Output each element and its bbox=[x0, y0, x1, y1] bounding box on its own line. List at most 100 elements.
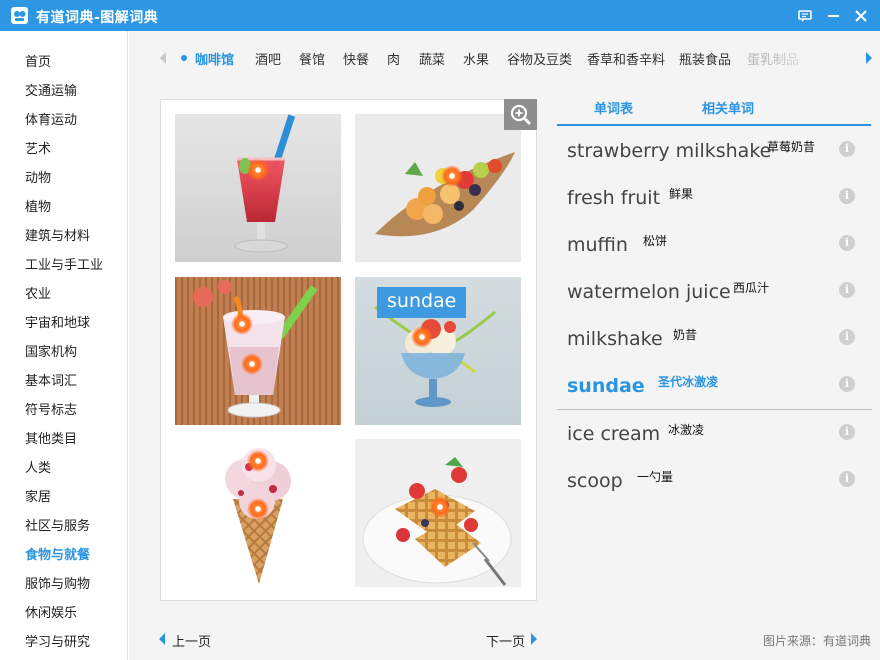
prev-page-arrow-icon[interactable] bbox=[158, 633, 166, 645]
tabs-fade-overlay bbox=[770, 45, 830, 69]
info-icon[interactable]: i bbox=[839, 376, 855, 392]
window-title: 有道词典-图解词典 bbox=[36, 10, 159, 26]
word-chinese: 松饼 bbox=[643, 234, 668, 248]
prev-page-link[interactable]: 上一页 bbox=[172, 631, 211, 650]
sidebar-item-community[interactable]: 社区与服务 bbox=[25, 515, 90, 534]
word-row[interactable]: ice cream 冰激凌 i bbox=[557, 413, 872, 459]
word-english: watermelon juice bbox=[567, 281, 731, 303]
word-row[interactable]: fresh fruit 鲜果 i bbox=[557, 177, 872, 223]
tabs-next-arrow-icon[interactable] bbox=[864, 51, 874, 65]
sidebar-item-agriculture[interactable]: 农业 bbox=[25, 283, 51, 302]
tab-restaurant[interactable]: 餐馆 bbox=[299, 49, 325, 68]
hotspot-marker[interactable] bbox=[411, 326, 433, 348]
word-chinese: 圣代冰激凌 bbox=[658, 375, 719, 389]
hotspot-marker[interactable] bbox=[241, 353, 263, 375]
title-bar: 有道词典-图解词典 bbox=[0, 0, 880, 31]
word-english: fresh fruit bbox=[567, 187, 661, 209]
image-fresh-fruit[interactable] bbox=[355, 114, 521, 262]
sidebar-item-study[interactable]: 学习与研究 bbox=[25, 631, 90, 650]
minimize-icon[interactable] bbox=[824, 6, 844, 26]
sidebar-item-human[interactable]: 人类 bbox=[25, 457, 51, 476]
word-row[interactable]: milkshake 奶昔 i bbox=[557, 318, 872, 364]
sidebar-item-food[interactable]: 食物与就餐 bbox=[25, 544, 90, 563]
word-chinese: 草莓奶昔 bbox=[767, 140, 816, 154]
sidebar-item-transport[interactable]: 交通运输 bbox=[25, 80, 77, 99]
sidebar-item-buildings[interactable]: 建筑与材料 bbox=[25, 225, 90, 244]
info-icon[interactable]: i bbox=[839, 471, 855, 487]
word-row[interactable]: watermelon juice 西瓜汁 i bbox=[557, 271, 872, 317]
next-page-link[interactable]: 下一页 bbox=[486, 631, 525, 650]
category-sidebar: 首页 交通运输 体育运动 艺术 动物 植物 建筑与材料 工业与手工业 农业 宇宙… bbox=[0, 31, 128, 660]
sidebar-item-home[interactable]: 首页 bbox=[25, 51, 51, 70]
info-icon[interactable]: i bbox=[839, 282, 855, 298]
tab-related-words[interactable]: 相关单词 bbox=[702, 98, 754, 117]
image-ice-cream[interactable] bbox=[175, 439, 341, 587]
tabs-prev-arrow-icon[interactable] bbox=[158, 51, 168, 65]
tab-herbs[interactable]: 香草和香辛料 bbox=[587, 49, 665, 68]
close-icon[interactable] bbox=[851, 6, 871, 26]
tab-fast-food[interactable]: 快餐 bbox=[343, 49, 369, 68]
tab-grains[interactable]: 谷物及豆类 bbox=[507, 49, 572, 68]
word-row[interactable]: muffin 松饼 i bbox=[557, 224, 872, 270]
info-icon[interactable]: i bbox=[839, 188, 855, 204]
tab-word-list[interactable]: 单词表 bbox=[594, 98, 633, 117]
word-english: sundae bbox=[567, 375, 645, 397]
sidebar-item-art[interactable]: 艺术 bbox=[25, 138, 51, 157]
tab-cafe[interactable]: 咖啡馆 bbox=[195, 49, 234, 68]
sidebar-item-other[interactable]: 其他类目 bbox=[25, 428, 77, 447]
image-milkshake[interactable] bbox=[175, 277, 341, 425]
tab-fruit[interactable]: 水果 bbox=[463, 49, 489, 68]
word-tabs-underline bbox=[557, 124, 871, 126]
tab-bar[interactable]: 酒吧 bbox=[255, 49, 281, 68]
tab-vegetables[interactable]: 蔬菜 bbox=[419, 49, 445, 68]
sidebar-item-symbols[interactable]: 符号标志 bbox=[25, 399, 77, 418]
word-english: scoop bbox=[567, 470, 623, 492]
image-source-note: 图片来源：有道词典 bbox=[763, 634, 872, 648]
milkshake-picture bbox=[175, 277, 341, 425]
image-sundae[interactable]: sundae bbox=[355, 277, 521, 425]
hotspot-marker[interactable] bbox=[247, 159, 269, 181]
sidebar-item-government[interactable]: 国家机构 bbox=[25, 341, 77, 360]
sidebar-item-clothing[interactable]: 服饰与购物 bbox=[25, 573, 90, 592]
active-tab-dot bbox=[181, 55, 187, 61]
strawberry-milkshake-picture bbox=[175, 114, 341, 262]
tab-meat[interactable]: 肉 bbox=[387, 49, 400, 68]
sidebar-item-universe[interactable]: 宇宙和地球 bbox=[25, 312, 90, 331]
word-chinese: 西瓜汁 bbox=[733, 281, 770, 295]
word-list-divider bbox=[557, 409, 872, 410]
zoom-in-icon[interactable] bbox=[504, 99, 537, 130]
sidebar-item-industry[interactable]: 工业与手工业 bbox=[25, 254, 103, 273]
sidebar-item-animals[interactable]: 动物 bbox=[25, 167, 51, 186]
sidebar-item-plants[interactable]: 植物 bbox=[25, 196, 51, 215]
hotspot-marker[interactable] bbox=[247, 450, 269, 472]
image-strawberry-milkshake[interactable] bbox=[175, 114, 341, 262]
feedback-icon[interactable] bbox=[795, 6, 815, 26]
next-page-arrow-icon[interactable] bbox=[530, 633, 538, 645]
word-chinese: 鲜果 bbox=[669, 187, 694, 201]
info-icon[interactable]: i bbox=[839, 329, 855, 345]
word-row-selected[interactable]: sundae 圣代冰激凌 i bbox=[557, 365, 872, 411]
sidebar-item-leisure[interactable]: 休闲娱乐 bbox=[25, 602, 77, 621]
word-chinese: 冰激凌 bbox=[668, 423, 705, 437]
info-icon[interactable]: i bbox=[839, 235, 855, 251]
hotspot-marker[interactable] bbox=[231, 313, 253, 335]
selected-word-label: sundae bbox=[377, 287, 467, 318]
sidebar-item-sports[interactable]: 体育运动 bbox=[25, 109, 77, 128]
image-panel: sundae bbox=[160, 99, 537, 601]
hotspot-marker[interactable] bbox=[247, 498, 269, 520]
hotspot-marker[interactable] bbox=[429, 496, 451, 518]
tab-bottled-food[interactable]: 瓶装食品 bbox=[679, 49, 731, 68]
word-chinese: 奶昔 bbox=[673, 328, 698, 342]
youdao-logo-icon bbox=[11, 7, 28, 24]
info-icon[interactable]: i bbox=[839, 424, 855, 440]
word-row[interactable]: strawberry milkshake 草莓奶昔 i bbox=[557, 130, 872, 176]
image-waffle[interactable] bbox=[355, 439, 521, 587]
fresh-fruit-picture bbox=[355, 114, 521, 262]
info-icon[interactable]: i bbox=[839, 141, 855, 157]
hotspot-marker[interactable] bbox=[441, 165, 463, 187]
sidebar-item-basic-words[interactable]: 基本词汇 bbox=[25, 370, 77, 389]
word-english: strawberry milkshake bbox=[567, 140, 772, 162]
sidebar-item-home-living[interactable]: 家居 bbox=[25, 486, 51, 505]
word-chinese: 一勺量 bbox=[637, 470, 674, 484]
word-row[interactable]: scoop 一勺量 i bbox=[557, 460, 872, 506]
